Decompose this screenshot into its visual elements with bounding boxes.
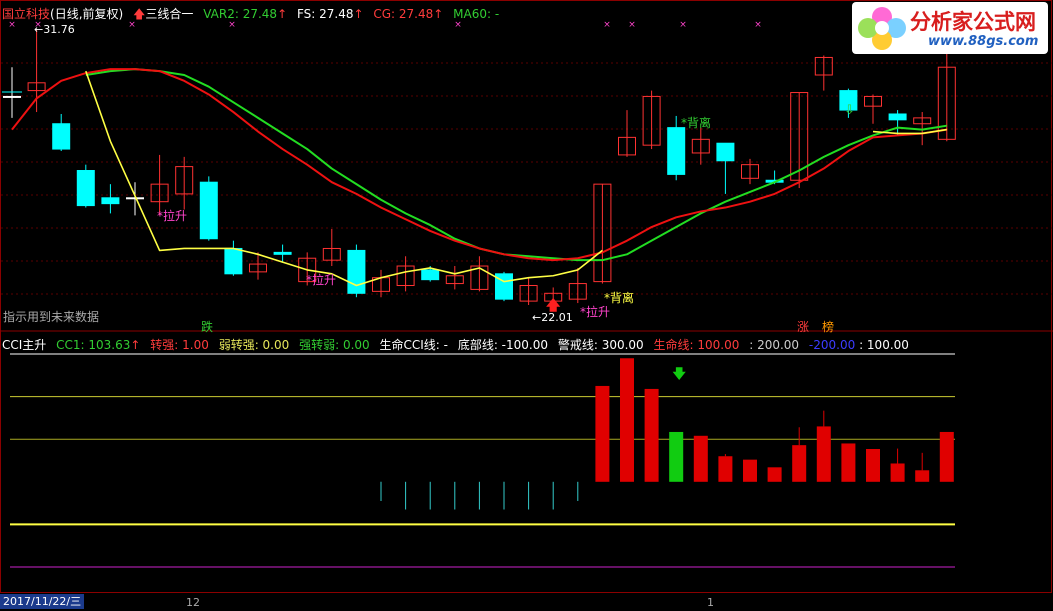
cci-bar <box>841 443 856 482</box>
cci-bar <box>595 385 610 482</box>
sub-item-cc1: CC1: 103.63 <box>56 338 131 352</box>
future-data-note: 指示用到未来数据 <box>3 310 100 324</box>
cross-marker-icon: × <box>628 20 636 30</box>
watermark-logo: 分析家公式网 www.88gs.com <box>852 2 1048 54</box>
annotation-beili: *背离 <box>681 116 712 130</box>
indicator-var2: VAR2: 27.48 <box>203 7 278 21</box>
cci-bar <box>915 470 930 482</box>
stock-name[interactable]: 国立科技 <box>2 7 50 21</box>
sub-item-200: : 200.00 <box>749 338 800 352</box>
high-price-value: 31.76 <box>43 23 75 36</box>
indicator-fs: FS: 27.48 <box>296 7 354 21</box>
sub-item-neg200: -200.00 <box>808 338 856 352</box>
chart-frame <box>0 0 1052 593</box>
sub-item-jingjie: 警戒线: 300.00 <box>557 338 644 352</box>
candle-body-down <box>347 249 366 294</box>
stock-chart[interactable]: × × × × × × × × ×🡅⇩🡇 <box>0 0 1053 611</box>
ma-line-red <box>11 68 947 262</box>
annotation-bang: 榜 <box>822 320 835 334</box>
green-down-arrow-icon: 🡇 <box>673 367 687 382</box>
up-arrow-icon: ↑ <box>277 7 288 21</box>
cci-bar <box>693 435 708 482</box>
cross-marker-icon: × <box>754 20 762 30</box>
cci-bar <box>890 463 905 482</box>
low-price-label: ←22.01 <box>532 311 573 324</box>
current-date[interactable]: 2017/11/22/三 <box>0 594 85 609</box>
cci-bar <box>620 358 634 482</box>
candle-body-down <box>716 142 735 162</box>
candle-body-down <box>421 269 440 281</box>
sub-item-shengming-cci: 生命CCI线: - <box>379 338 449 352</box>
main-panel-header: 国立科技(日线,前复权) 🡅三线合一 VAR2: 27.48↑ FS: 27.4… <box>2 5 505 26</box>
annotation-lashen: *拉升 <box>157 209 188 223</box>
candle-body-down <box>76 170 95 207</box>
sub-item-100: : 100.00 <box>859 338 909 352</box>
indicator-cg: CG: 27.48 <box>373 7 434 21</box>
sub-item-dibu: 底部线: -100.00 <box>457 338 549 352</box>
cross-marker-icon: × <box>679 20 687 30</box>
candle-body-up <box>126 197 144 200</box>
candle-body-down <box>224 247 243 275</box>
up-arrow-icon: ↑ <box>353 7 364 21</box>
formula-name[interactable]: 三线合一 <box>145 7 193 21</box>
annotation-zhang: 涨 <box>797 320 810 334</box>
candle-body-down <box>667 127 686 175</box>
cci-bar <box>718 456 733 482</box>
candle-body-down <box>199 181 218 240</box>
up-arrow-icon: ↑ <box>433 7 444 21</box>
cci-bar <box>792 445 807 482</box>
green-down-arrow-icon: ⇩ <box>844 103 855 118</box>
cci-bar <box>743 459 757 482</box>
cci-bar <box>939 431 954 482</box>
ma-line-yellow <box>85 70 603 287</box>
sub-indicator-name[interactable]: CCI主升 <box>2 338 46 352</box>
low-price-value: 22.01 <box>541 311 573 324</box>
site-name: 分析家公式网 <box>910 10 1036 34</box>
candle-body-down <box>888 113 907 121</box>
annotation-beili: *背离 <box>604 291 635 305</box>
sub-item-ruozhuanqiang: 弱转强: 0.00 <box>218 338 290 352</box>
candle-body-down <box>52 123 71 150</box>
cci-bar <box>866 448 880 482</box>
cci-bar <box>767 467 782 482</box>
candle-body-down <box>273 251 292 255</box>
annotation-die: 跌 <box>201 320 214 334</box>
cci-bar <box>669 431 684 482</box>
flower-logo-icon <box>858 7 906 50</box>
annotation-lashen: *拉升 <box>306 273 337 287</box>
month-label: 1 <box>707 596 714 609</box>
sub-item-shengming: 生命线: 100.00 <box>653 338 740 352</box>
period-label[interactable]: (日线,前复权) <box>50 7 123 21</box>
sub-item-qiangzhuanruo: 强转弱: 0.00 <box>299 338 370 352</box>
high-price-label: ←31.76 <box>34 23 75 36</box>
month-label: 12 <box>186 596 200 609</box>
up-arrow-icon: ↑ <box>130 338 141 352</box>
cci-bar <box>816 426 831 482</box>
candle-body-up <box>3 95 21 98</box>
indicator-ma60: MA60: - <box>453 7 500 21</box>
cross-marker-icon: × <box>603 20 611 30</box>
sub-item-zhuanqiang: 转强: 1.00 <box>150 338 209 352</box>
sub-panel-header: CCI主升 CC1: 103.63↑ 转强: 1.00 弱转强: 0.00 强转… <box>2 336 915 353</box>
formula-up-arrow-icon: 🡅 <box>133 7 146 21</box>
time-axis <box>0 593 1053 611</box>
candle-body-down <box>101 197 120 205</box>
site-url: www.88gs.com <box>928 34 1039 49</box>
cci-bar <box>644 388 659 482</box>
